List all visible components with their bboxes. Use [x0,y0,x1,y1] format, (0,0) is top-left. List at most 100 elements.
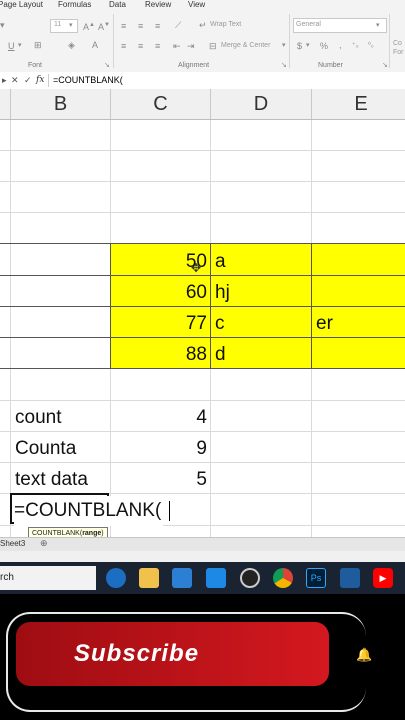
underline-icon[interactable]: U [8,41,15,51]
tab-page-layout[interactable]: Page Layout [0,0,43,9]
taskbar-search-box[interactable]: rch [0,566,96,590]
tab-formulas[interactable]: Formulas [58,0,91,9]
new-sheet-icon[interactable]: ⊕ [40,538,48,549]
bell-icon[interactable]: 🔔 [356,647,372,663]
wrap-text-icon[interactable]: ↵ [199,20,207,30]
formula-input[interactable]: =COUNTBLANK( [53,75,123,85]
group-font-label: Font [28,62,43,69]
increase-decimal-icon[interactable]: ⁺₀ [352,41,359,51]
fill-color-icon[interactable]: ◈ [68,40,75,50]
decrease-decimal-icon[interactable]: ⁰₀ [368,41,374,51]
tab-review[interactable]: Review [145,0,171,9]
mail-icon[interactable] [206,568,226,588]
grid-line [10,120,11,537]
align-middle-icon[interactable]: ≡ [138,21,143,31]
dialog-launcher-icon[interactable]: ↘ [281,61,287,71]
cancel-icon[interactable]: ✕ [11,75,19,85]
subscribe-button[interactable]: Subscribe [16,622,329,686]
grid-line [0,400,405,401]
column-header-b[interactable]: B [11,89,111,119]
ribbon-separator [113,14,114,68]
align-bottom-icon[interactable]: ≡ [155,21,160,31]
merge-center-button[interactable]: Merge & Center [221,42,270,49]
wrap-text-button[interactable]: Wrap Text [210,21,241,28]
merge-icon[interactable]: ⊟ [209,41,217,51]
dialog-launcher-icon[interactable]: ↘ [104,61,110,71]
font-dropdown-arrow-icon[interactable]: ▾ [0,20,5,30]
orientation-icon[interactable]: ⟋ [175,20,181,30]
dialog-launcher-icon[interactable]: ↘ [382,61,388,71]
insert-function-icon[interactable]: fx [36,75,44,85]
grid-line [0,150,405,151]
comma-icon[interactable]: , [339,40,342,50]
namebox-arrow-icon[interactable]: ▸ [2,75,7,85]
obs-icon[interactable] [240,568,260,588]
search-placeholder: rch [0,572,14,583]
active-cell-formula[interactable]: =COUNTBLANK( [14,496,164,526]
cell-d-value[interactable]: d [215,340,226,370]
subscribe-overlay: Subscribe 🔔 [0,594,405,720]
cell-c-value[interactable]: 88 [111,340,207,370]
cell-d-value[interactable]: a [215,247,226,277]
number-format-dropdown[interactable]: General ▾ [293,18,387,33]
cell-b-label[interactable]: text data [15,465,88,495]
cell-c-value[interactable]: 5 [111,465,207,495]
cell-c-value[interactable]: 77 [111,309,207,339]
cell-b-label[interactable]: Counta [15,434,76,464]
decrease-font-icon[interactable]: A▼ [98,20,110,32]
decrease-indent-icon[interactable]: ⇤ [173,41,181,51]
cell-c-value[interactable]: 60 [111,278,207,308]
ribbon-separator [289,14,290,68]
percent-icon[interactable]: % [320,41,328,51]
status-bar [0,551,405,562]
currency-icon[interactable]: $ [297,41,302,51]
chevron-down-icon[interactable]: ▾ [282,41,286,51]
conditional-formatting-partial[interactable]: Co [393,40,402,47]
tooltip-argument[interactable]: range [82,530,101,537]
edge-icon[interactable] [106,568,126,588]
tab-view[interactable]: View [188,0,205,9]
worksheet-grid[interactable]: 50 a 60 hj 77 c er 88 d ✥ count 4 Counta… [0,120,405,537]
column-header-d[interactable]: D [211,89,312,119]
range-border [210,243,211,369]
cell-c-value[interactable]: 4 [111,403,207,433]
increase-font-icon[interactable]: A▲ [83,20,95,32]
function-tooltip[interactable]: COUNTBLANK(range) [28,527,108,537]
cell-e-value[interactable]: er [316,309,333,339]
increase-indent-icon[interactable]: ⇥ [187,41,195,51]
font-color-icon[interactable]: A [92,40,98,50]
align-right-icon[interactable]: ≡ [155,41,160,51]
file-explorer-icon[interactable] [139,568,159,588]
formula-bar: ▸ ✕ ✓ fx =COUNTBLANK( [0,72,405,90]
cell-c-value[interactable]: 9 [111,434,207,464]
align-left-icon[interactable]: ≡ [121,41,126,51]
cell-b-label[interactable]: count [15,403,61,433]
font-size-dropdown[interactable]: 11 ▾ [50,19,78,33]
sheet-tab[interactable]: Sheet3 [0,539,25,548]
group-alignment-label: Alignment [178,62,210,69]
photoshop-icon[interactable]: Ps [306,568,326,588]
range-border [0,243,405,244]
column-header-e[interactable]: E [312,89,405,119]
borders-icon[interactable]: ⊞ [34,40,42,50]
chrome-icon[interactable] [273,568,293,588]
font-size-value: 11 [54,21,62,28]
chevron-down-icon[interactable]: ▾ [18,41,22,51]
chevron-down-icon[interactable]: ▾ [306,41,310,51]
conditional-formatting-partial-2[interactable]: For [393,49,404,56]
column-header-c[interactable]: C [111,89,211,119]
youtube-icon[interactable]: ▶ [373,568,393,588]
cell-d-value[interactable]: hj [215,278,230,308]
align-top-icon[interactable]: ≡ [121,21,126,31]
chevron-down-icon: ▾ [69,22,73,29]
formula-bar-separator [48,74,49,87]
store-icon[interactable] [172,568,192,588]
download-icon[interactable] [340,568,360,588]
text-caret [169,501,170,521]
group-number-label: Number [318,62,343,69]
align-center-icon[interactable]: ≡ [138,41,143,51]
column-header-a-partial[interactable] [0,89,11,119]
enter-icon[interactable]: ✓ [24,75,32,85]
cell-d-value[interactable]: c [215,309,225,339]
tab-data[interactable]: Data [109,0,126,9]
